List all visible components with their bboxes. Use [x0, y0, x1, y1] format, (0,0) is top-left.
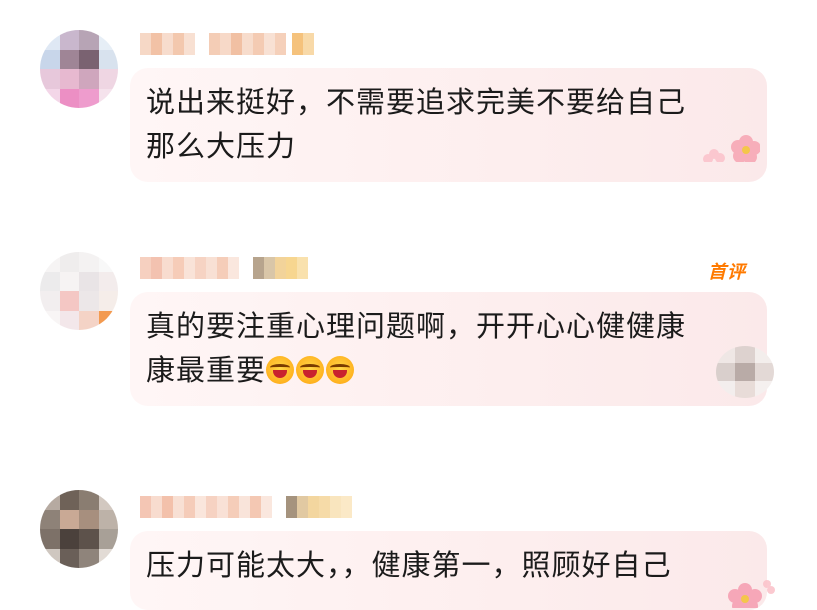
comment-bubble[interactable]: 真的要注重心理问题啊，开开心心健健康康最重要: [130, 292, 767, 406]
comment-text: 真的要注重心理问题啊，开开心心健健康康最重要: [146, 304, 707, 392]
comment-text-content: 真的要注重心理问题啊，开开心心健健康康最重要: [146, 309, 687, 387]
laughing-emoji-icon: [266, 356, 295, 384]
comment-text: 压力可能太大，，健康第一，照顾好自己: [146, 548, 672, 582]
comment-bubble[interactable]: 说出来挺好，不需要追求完美不要给自己那么大压力: [130, 68, 767, 182]
plum-blossom-icon: [703, 135, 760, 162]
comment-text: 说出来挺好，不需要追求完美不要给自己那么大压力: [146, 85, 687, 163]
avatar[interactable]: [40, 30, 118, 108]
first-comment-badge: 首评: [708, 262, 746, 283]
username[interactable]: [140, 255, 308, 281]
sticker-image: [716, 346, 774, 398]
avatar[interactable]: [40, 252, 118, 330]
laughing-emoji-icon: [296, 356, 325, 384]
username[interactable]: [140, 494, 352, 520]
avatar[interactable]: [40, 490, 118, 568]
plum-blossom-icon: [728, 580, 775, 608]
laughing-emoji-icon: [326, 356, 355, 384]
username[interactable]: [140, 31, 314, 57]
comment-bubble[interactable]: 压力可能太大，，健康第一，照顾好自己: [130, 531, 767, 610]
